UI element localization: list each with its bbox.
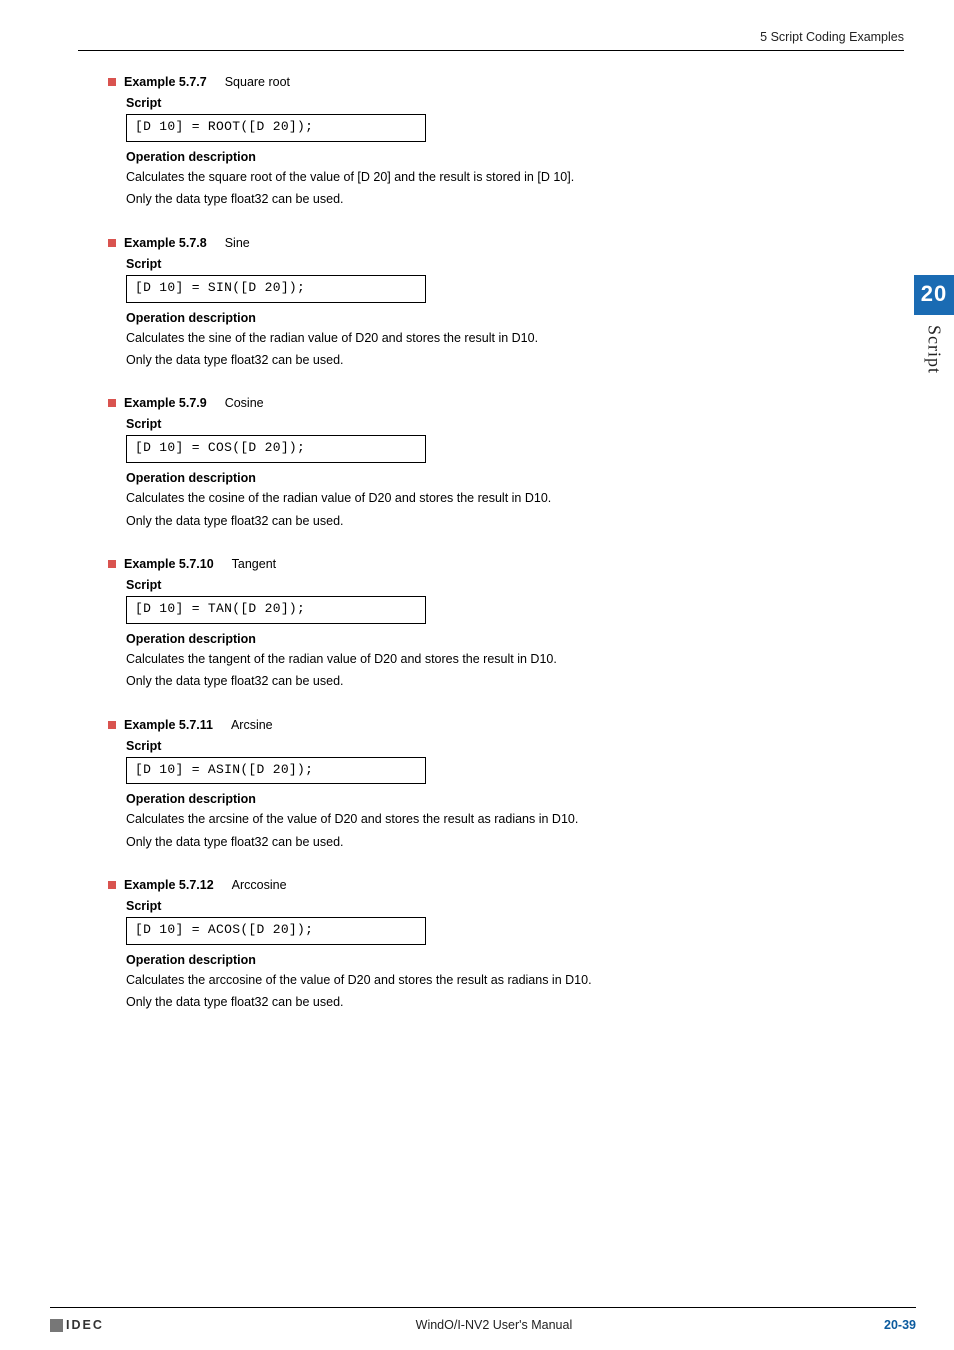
bullet-icon (108, 721, 116, 729)
chapter-number: 20 (914, 275, 954, 315)
opdesc-line: Only the data type float32 can be used. (126, 993, 868, 1012)
example-label: Example 5.7.9 (124, 396, 207, 410)
opdesc-text: Calculates the square root of the value … (126, 168, 868, 210)
example-section: Example 5.7.11 Arcsine Script [D 10] = A… (108, 718, 868, 853)
page-footer: IDEC WindO/I-NV2 User's Manual 20-39 (50, 1307, 916, 1332)
script-heading: Script (126, 578, 868, 592)
chapter-label: Script (924, 325, 945, 374)
script-heading: Script (126, 96, 868, 110)
opdesc-heading: Operation description (126, 311, 868, 325)
script-code: [D 10] = ASIN([D 20]); (126, 757, 426, 785)
example-section: Example 5.7.7 Square root Script [D 10] … (108, 75, 868, 210)
example-title: Arccosine (232, 878, 287, 892)
example-title: Square root (225, 75, 290, 89)
example-title: Sine (225, 236, 250, 250)
opdesc-line: Calculates the cosine of the radian valu… (126, 489, 868, 508)
opdesc-text: Calculates the arccosine of the value of… (126, 971, 868, 1013)
example-label: Example 5.7.7 (124, 75, 207, 89)
script-code: [D 10] = ROOT([D 20]); (126, 114, 426, 142)
opdesc-text: Calculates the cosine of the radian valu… (126, 489, 868, 531)
example-section: Example 5.7.12 Arccosine Script [D 10] =… (108, 878, 868, 1013)
example-label: Example 5.7.8 (124, 236, 207, 250)
example-label: Example 5.7.11 (124, 718, 213, 732)
section-title: 5 Script Coding Examples (760, 30, 904, 44)
page-header: 5 Script Coding Examples (78, 30, 904, 51)
opdesc-heading: Operation description (126, 150, 868, 164)
example-label: Example 5.7.12 (124, 878, 214, 892)
example-label: Example 5.7.10 (124, 557, 214, 571)
opdesc-line: Only the data type float32 can be used. (126, 833, 868, 852)
script-heading: Script (126, 257, 868, 271)
footer-title: WindO/I-NV2 User's Manual (416, 1318, 573, 1332)
example-title: Tangent (232, 557, 276, 571)
bullet-icon (108, 560, 116, 568)
script-code: [D 10] = COS([D 20]); (126, 435, 426, 463)
footer-logo: IDEC (50, 1318, 104, 1332)
opdesc-line: Calculates the square root of the value … (126, 168, 868, 187)
opdesc-text: Calculates the sine of the radian value … (126, 329, 868, 371)
bullet-icon (108, 399, 116, 407)
bullet-icon (108, 239, 116, 247)
main-content: Example 5.7.7 Square root Script [D 10] … (108, 75, 868, 1013)
script-heading: Script (126, 739, 868, 753)
opdesc-line: Only the data type float32 can be used. (126, 351, 868, 370)
script-heading: Script (126, 417, 868, 431)
script-heading: Script (126, 899, 868, 913)
bullet-icon (108, 78, 116, 86)
script-code: [D 10] = SIN([D 20]); (126, 275, 426, 303)
opdesc-heading: Operation description (126, 953, 868, 967)
opdesc-line: Calculates the tangent of the radian val… (126, 650, 868, 669)
example-section: Example 5.7.9 Cosine Script [D 10] = COS… (108, 396, 868, 531)
script-code: [D 10] = TAN([D 20]); (126, 596, 426, 624)
chapter-tab: 20 Script (914, 275, 954, 377)
opdesc-text: Calculates the tangent of the radian val… (126, 650, 868, 692)
logo-icon (50, 1319, 63, 1332)
footer-page-number: 20-39 (884, 1318, 916, 1332)
opdesc-heading: Operation description (126, 792, 868, 806)
example-title: Cosine (225, 396, 264, 410)
example-section: Example 5.7.8 Sine Script [D 10] = SIN([… (108, 236, 868, 371)
opdesc-line: Only the data type float32 can be used. (126, 512, 868, 531)
bullet-icon (108, 881, 116, 889)
opdesc-line: Only the data type float32 can be used. (126, 672, 868, 691)
opdesc-line: Calculates the arcsine of the value of D… (126, 810, 868, 829)
opdesc-text: Calculates the arcsine of the value of D… (126, 810, 868, 852)
opdesc-heading: Operation description (126, 471, 868, 485)
example-title: Arcsine (231, 718, 273, 732)
opdesc-heading: Operation description (126, 632, 868, 646)
opdesc-line: Calculates the arccosine of the value of… (126, 971, 868, 990)
opdesc-line: Calculates the sine of the radian value … (126, 329, 868, 348)
example-section: Example 5.7.10 Tangent Script [D 10] = T… (108, 557, 868, 692)
opdesc-line: Only the data type float32 can be used. (126, 190, 868, 209)
logo-text: IDEC (66, 1318, 104, 1332)
script-code: [D 10] = ACOS([D 20]); (126, 917, 426, 945)
